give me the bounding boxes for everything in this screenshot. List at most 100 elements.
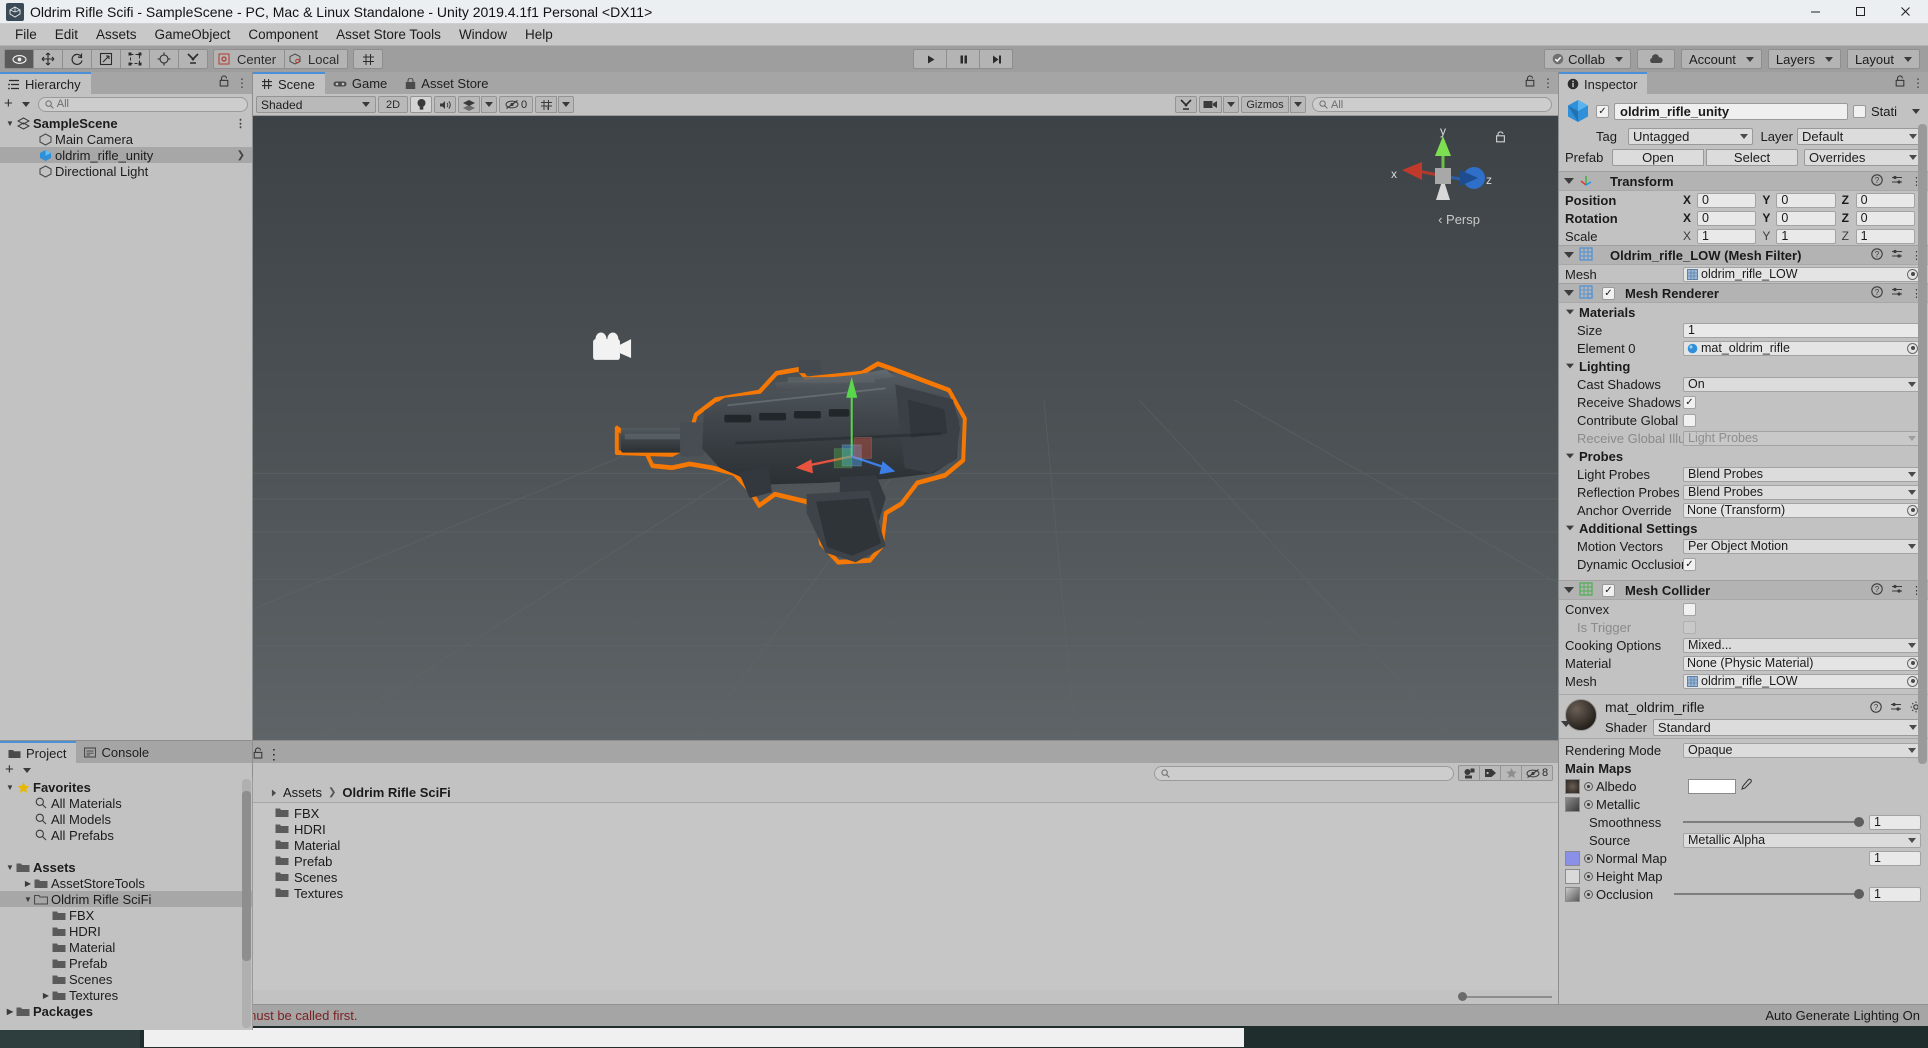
pivot-rotation-button[interactable]: Local: [284, 49, 349, 69]
materials-element0-field[interactable]: mat_oldrim_rifle: [1683, 340, 1921, 356]
project-tree[interactable]: ▼ Favorites All Materials All Models All Pre…: [0, 777, 252, 1019]
menu-help[interactable]: Help: [516, 25, 562, 45]
gizmos-dropdown-button[interactable]: [1290, 96, 1306, 113]
mesh-filter-object-picker[interactable]: [1907, 268, 1918, 280]
label-filter-button[interactable]: [1479, 765, 1501, 781]
anchor-override-object-picker[interactable]: [1907, 504, 1918, 516]
foldout-down-icon[interactable]: ▼: [4, 119, 16, 128]
scene-menu-icon[interactable]: ⋮: [1542, 76, 1554, 90]
transform-tool-button[interactable]: [149, 49, 179, 69]
normal-map-input[interactable]: 1: [1869, 850, 1921, 866]
play-button[interactable]: [913, 49, 948, 69]
tab-asset-store[interactable]: Asset Store: [397, 73, 498, 94]
favorite-filter-button[interactable]: [1500, 765, 1522, 781]
project-add-caret-icon[interactable]: [22, 767, 31, 773]
mesh-renderer-enabled-checkbox[interactable]: ✓: [1602, 286, 1615, 300]
pivot-mode-button[interactable]: Center: [213, 49, 286, 69]
pause-button[interactable]: [946, 49, 981, 69]
normal-map-toggle-icon[interactable]: [1584, 853, 1593, 863]
scene-viewport[interactable]: y x z ‹ Persp: [253, 116, 1558, 740]
close-button[interactable]: [1883, 0, 1928, 24]
project-tree-item-favorites[interactable]: ▼ Favorites: [0, 779, 252, 795]
project-item-prefab[interactable]: Prefab: [253, 853, 1558, 869]
menu-window[interactable]: Window: [450, 25, 516, 45]
project-tree-item-all-models[interactable]: All Models: [0, 811, 252, 827]
materials-size-input[interactable]: 1: [1683, 322, 1921, 338]
mesh-filter-foldout-icon[interactable]: [1564, 252, 1574, 258]
collider-material-object-picker[interactable]: [1907, 657, 1918, 669]
position-y-input[interactable]: 0: [1776, 192, 1836, 208]
anchor-override-field[interactable]: None (Transform): [1683, 502, 1921, 518]
cooking-options-dropdown[interactable]: Mixed...: [1683, 637, 1921, 653]
component-header-transform[interactable]: Transform ? ⋮: [1559, 171, 1928, 191]
hierarchy-row-menu-icon[interactable]: ⋮: [235, 117, 246, 130]
collider-mesh-field[interactable]: oldrim_rifle_LOW: [1683, 673, 1921, 689]
hierarchy-row-expand-icon[interactable]: ❯: [237, 150, 245, 161]
scene-camera-button[interactable]: [1199, 96, 1222, 113]
help-icon[interactable]: ?: [1871, 247, 1883, 263]
project-tree-item-textures[interactable]: ▶ Textures: [0, 987, 252, 1003]
hierarchy-menu-icon[interactable]: ⋮: [236, 76, 248, 90]
material-foldout-icon[interactable]: [1561, 721, 1571, 727]
hand-tool-button[interactable]: [4, 49, 34, 69]
metallic-texture-thumb[interactable]: [1565, 796, 1580, 812]
auto-generate-lighting-label[interactable]: Auto Generate Lighting On: [1765, 1008, 1920, 1023]
component-header-mesh-renderer[interactable]: ✓ Mesh Renderer ? ⋮: [1559, 283, 1928, 303]
gizmo-search-input[interactable]: All: [1312, 97, 1552, 112]
menu-edit[interactable]: Edit: [46, 25, 87, 45]
inspector-lock-icon[interactable]: [1895, 75, 1905, 90]
scene-tools-button[interactable]: [1175, 96, 1197, 113]
grid-dropdown-button[interactable]: [558, 96, 574, 113]
component-header-mesh-collider[interactable]: ✓ Mesh Collider ? ⋮: [1559, 580, 1928, 600]
project-tree-item-prefab[interactable]: Prefab: [0, 955, 252, 971]
tab-project[interactable]: Project: [0, 741, 77, 763]
cloud-button[interactable]: [1636, 49, 1675, 69]
menu-gameobject[interactable]: GameObject: [146, 25, 240, 45]
custom-tool-button[interactable]: [178, 49, 208, 69]
rotation-y-input[interactable]: 0: [1776, 210, 1836, 226]
occlusion-slider[interactable]: [1674, 887, 1864, 902]
reflection-probes-dropdown[interactable]: Blend Probes: [1683, 484, 1921, 500]
height-map-texture-thumb[interactable]: [1565, 868, 1580, 884]
project-tree-item-all-prefabs[interactable]: All Prefabs: [0, 827, 252, 843]
menu-component[interactable]: Component: [239, 25, 327, 45]
layout-button[interactable]: Layout: [1846, 49, 1920, 69]
project-tree-item-packages[interactable]: ▶ Packages: [0, 1003, 252, 1019]
transform-foldout-icon[interactable]: [1564, 178, 1574, 184]
occlusion-texture-thumb[interactable]: [1565, 886, 1580, 902]
convex-checkbox[interactable]: [1683, 602, 1696, 616]
preset-icon[interactable]: [1890, 701, 1902, 716]
draw-mode-dropdown[interactable]: Shaded: [256, 96, 376, 113]
prefab-overrides-dropdown[interactable]: Overrides: [1804, 149, 1922, 166]
light-probes-dropdown[interactable]: Blend Probes: [1683, 466, 1921, 482]
hierarchy-search-input[interactable]: All: [37, 96, 248, 112]
help-icon[interactable]: ?: [1871, 173, 1883, 189]
foldout-down-icon[interactable]: ▼: [4, 863, 16, 872]
projection-label[interactable]: ‹ Persp: [1438, 212, 1480, 227]
tab-game[interactable]: Game: [325, 73, 397, 94]
materials-foldout[interactable]: Materials: [1559, 303, 1928, 321]
rotate-tool-button[interactable]: [62, 49, 92, 69]
smoothness-input[interactable]: 1: [1869, 814, 1921, 830]
toggle-lighting-button[interactable]: [410, 96, 432, 113]
hidden-objects-button[interactable]: 0: [499, 96, 533, 113]
grid-snapping-button[interactable]: [353, 49, 384, 69]
hierarchy-add-caret-icon[interactable]: [21, 101, 30, 107]
hierarchy-item-oldrim-rifle-unity[interactable]: oldrim_rifle_unity ❯: [0, 147, 252, 163]
project-zoom-knob[interactable]: [1458, 992, 1467, 1001]
additional-settings-foldout[interactable]: Additional Settings: [1559, 519, 1928, 537]
project-item-list[interactable]: FBX HDRI Material Prefab Scenes Textures: [253, 803, 1558, 990]
help-icon[interactable]: ?: [1871, 285, 1883, 301]
hierarchy-item-samplescene[interactable]: ▼ SampleScene ⋮: [0, 115, 252, 131]
collab-button[interactable]: Collab: [1544, 49, 1631, 69]
project-tree-item-assets[interactable]: ▼ Assets: [0, 859, 252, 875]
project-tree-scrollbar[interactable]: [242, 779, 251, 1028]
tag-dropdown[interactable]: Untagged: [1628, 128, 1753, 145]
position-x-input[interactable]: 0: [1697, 192, 1757, 208]
tab-scene[interactable]: Scene: [253, 72, 325, 94]
collider-material-field[interactable]: None (Physic Material): [1683, 655, 1921, 671]
gameobject-name-input[interactable]: oldrim_rifle_unity: [1614, 102, 1848, 120]
layer-dropdown[interactable]: Default: [1797, 128, 1922, 145]
scene-gizmo-lock-icon[interactable]: [1495, 130, 1506, 146]
tab-hierarchy[interactable]: Hierarchy: [0, 72, 91, 94]
